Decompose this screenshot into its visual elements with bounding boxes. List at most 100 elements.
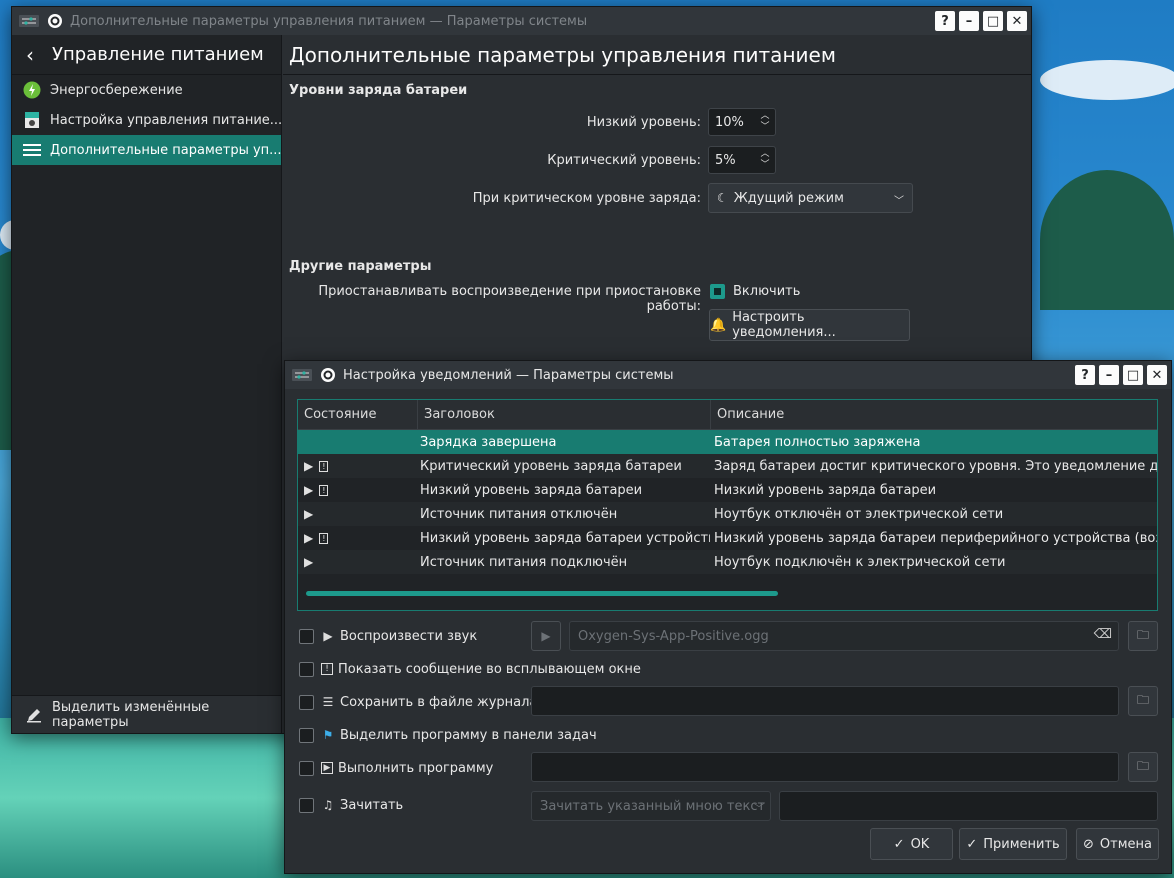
pin-icon[interactable] bbox=[44, 12, 66, 30]
folder-icon: 🗀 bbox=[1136, 758, 1149, 773]
notifications-dialog: Настройка уведомлений — Параметры систем… bbox=[284, 360, 1172, 874]
flag-icon: ⚑ bbox=[322, 728, 334, 742]
sidebar-title: Управление питанием bbox=[52, 44, 264, 65]
cancel-button[interactable]: ⊘ Отмена bbox=[1076, 828, 1159, 860]
spin-arrows-icon[interactable]: ︿ ﹀ bbox=[759, 149, 771, 171]
table-row[interactable]: ▶ Источник питания отключён Ноутбук откл… bbox=[298, 502, 1157, 526]
sidebar-item-advanced[interactable]: Дополнительные параметры уп... bbox=[12, 135, 281, 165]
speech-checkbox[interactable] bbox=[299, 797, 314, 813]
bell-icon: 🔔 bbox=[710, 317, 727, 333]
ok-button[interactable]: ✓ OK bbox=[870, 828, 953, 860]
sleep-moon-icon: ☾ bbox=[717, 191, 728, 205]
show-popup-option[interactable]: ! Показать сообщение во всплывающем окне bbox=[299, 658, 641, 680]
table-row[interactable]: ▶! Низкий уровень заряда батареи устройс… bbox=[298, 526, 1157, 550]
sidebar-item-power-profile[interactable]: Настройка управления питание... bbox=[12, 105, 281, 135]
table-row[interactable]: Зарядка завершена Батарея полностью заря… bbox=[298, 430, 1157, 454]
help-button[interactable]: ? bbox=[935, 11, 955, 31]
other-section-heading: Другие параметры bbox=[289, 259, 432, 274]
back-arrow-icon[interactable]: ‹ bbox=[26, 43, 46, 67]
command-field[interactable] bbox=[531, 752, 1119, 782]
row-title: Низкий уровень заряда батареи bbox=[420, 482, 643, 498]
maximize-button[interactable]: □ bbox=[983, 11, 1003, 31]
notify-window-title: Настройка уведомлений — Параметры систем… bbox=[343, 367, 674, 383]
popup-message-icon: ! bbox=[321, 663, 333, 675]
log-file-field[interactable] bbox=[531, 686, 1119, 716]
sidebar-item-label: Настройка управления питание... bbox=[50, 112, 281, 128]
log-file-checkbox[interactable] bbox=[299, 694, 314, 710]
run-program-icon: ▶ bbox=[321, 762, 333, 774]
maximize-button[interactable]: □ bbox=[1123, 365, 1143, 385]
close-button[interactable]: ✕ bbox=[1007, 11, 1027, 31]
apply-button[interactable]: ✓ Применить bbox=[959, 828, 1067, 860]
pause-playback-checkbox-label: Включить bbox=[733, 284, 801, 299]
settings-app-icon bbox=[291, 366, 313, 384]
sidebar-item-label: Энергосбережение bbox=[50, 82, 183, 98]
folder-icon: 🗀 bbox=[1136, 627, 1149, 642]
horizontal-scrollbar[interactable] bbox=[306, 591, 778, 596]
table-row[interactable]: ▶! Критический уровень заряда батареи За… bbox=[298, 454, 1157, 478]
browse-sound-button[interactable]: 🗀 bbox=[1128, 621, 1158, 651]
close-button[interactable]: ✕ bbox=[1147, 365, 1167, 385]
browse-command-button[interactable]: 🗀 bbox=[1128, 752, 1158, 782]
critical-action-value: Ждущий режим bbox=[733, 190, 844, 206]
run-command-label: Выполнить программу bbox=[338, 760, 494, 776]
sidebar-item-power-saving[interactable]: Энергосбережение bbox=[12, 75, 281, 105]
show-popup-checkbox[interactable] bbox=[299, 661, 314, 677]
table-row[interactable]: ▶! Низкий уровень заряда батареи Низкий … bbox=[298, 478, 1157, 502]
row-description: Ноутбук подключён к электрической сети bbox=[714, 554, 1006, 570]
play-sound-option[interactable]: ▶ Воспроизвести звук bbox=[299, 625, 477, 647]
mark-taskbar-option[interactable]: ⚑ Выделить программу в панели задач bbox=[299, 724, 597, 746]
play-sound-checkbox[interactable] bbox=[299, 628, 314, 644]
row-title: Зарядка завершена bbox=[420, 434, 557, 450]
ok-label: OK bbox=[910, 836, 930, 852]
speech-label: Зачитать bbox=[340, 797, 404, 813]
cancel-icon: ⊘ bbox=[1083, 836, 1094, 852]
chevron-down-icon: ﹀ bbox=[894, 196, 904, 207]
spin-arrows-icon[interactable]: ︿ ﹀ bbox=[759, 111, 771, 133]
pause-playback-checkbox[interactable] bbox=[710, 284, 725, 299]
highlight-changes-label: Выделить изменённые параметры bbox=[52, 699, 210, 730]
sound-file-field[interactable]: Oxygen-Sys-App-Positive.ogg ⌫ bbox=[569, 621, 1119, 651]
browse-log-button[interactable]: 🗀 bbox=[1128, 686, 1158, 716]
notify-titlebar[interactable]: Настройка уведомлений — Параметры систем… bbox=[285, 361, 1171, 389]
minimize-button[interactable]: – bbox=[1099, 365, 1119, 385]
table-row[interactable]: ▶ Источник питания подключён Ноутбук под… bbox=[298, 550, 1157, 574]
row-description: Ноутбук отключён от электрической сети bbox=[714, 506, 1004, 522]
column-header-description[interactable]: Описание bbox=[711, 400, 1157, 430]
row-description: Низкий уровень заряда батареи периферийн… bbox=[714, 530, 1158, 546]
play-icon: ▶ bbox=[304, 459, 314, 473]
play-icon: ▶ bbox=[304, 531, 314, 545]
mark-taskbar-checkbox[interactable] bbox=[299, 727, 314, 743]
configure-notifications-button[interactable]: 🔔 Настроить уведомления... bbox=[709, 309, 910, 341]
critical-level-spinbox[interactable]: 5% ︿ ﹀ bbox=[708, 146, 776, 174]
clear-text-icon[interactable]: ⌫ bbox=[1094, 627, 1112, 642]
main-titlebar[interactable]: Дополнительные параметры управления пита… bbox=[12, 7, 1031, 35]
highlight-changes-button[interactable]: Выделить изменённые параметры bbox=[12, 695, 281, 733]
minimize-button[interactable]: – bbox=[959, 11, 979, 31]
speech-text-field[interactable] bbox=[779, 791, 1158, 821]
music-note-icon: ♫ bbox=[322, 798, 334, 812]
column-header-state[interactable]: Состояние bbox=[298, 400, 418, 430]
preview-sound-button[interactable]: ▶ bbox=[531, 621, 561, 651]
critical-level-value: 5% bbox=[715, 152, 736, 168]
pin-icon[interactable] bbox=[317, 366, 339, 384]
sound-file-value: Oxygen-Sys-App-Positive.ogg bbox=[578, 628, 769, 644]
row-description: Заряд батареи достиг критического уровня… bbox=[714, 458, 1158, 474]
column-header-title[interactable]: Заголовок bbox=[418, 400, 711, 430]
run-command-option[interactable]: ▶ Выполнить программу bbox=[299, 757, 493, 779]
help-button[interactable]: ? bbox=[1075, 365, 1095, 385]
cancel-label: Отмена bbox=[1099, 836, 1152, 852]
sidebar-item-label: Дополнительные параметры уп... bbox=[50, 142, 281, 158]
speech-mode-combo[interactable]: Зачитать указанный мною текст ﹀ bbox=[531, 791, 771, 821]
show-popup-label: Показать сообщение во всплывающем окне bbox=[338, 661, 641, 677]
pause-playback-checkbox-row[interactable]: Включить bbox=[710, 284, 800, 299]
low-level-spinbox[interactable]: 10% ︿ ﹀ bbox=[708, 108, 776, 136]
speech-option[interactable]: ♫ Зачитать bbox=[299, 794, 403, 816]
popup-message-icon: ! bbox=[319, 484, 329, 496]
speech-mode-value: Зачитать указанный мною текст bbox=[540, 798, 766, 814]
log-file-option[interactable]: ☰ Сохранить в файле журнала bbox=[299, 691, 537, 713]
critical-action-combo[interactable]: ☾ Ждущий режим ﹀ bbox=[708, 183, 913, 213]
low-level-label: Низкий уровень: bbox=[586, 115, 701, 130]
text-lines-icon: ☰ bbox=[322, 695, 334, 709]
run-command-checkbox[interactable] bbox=[299, 760, 314, 776]
